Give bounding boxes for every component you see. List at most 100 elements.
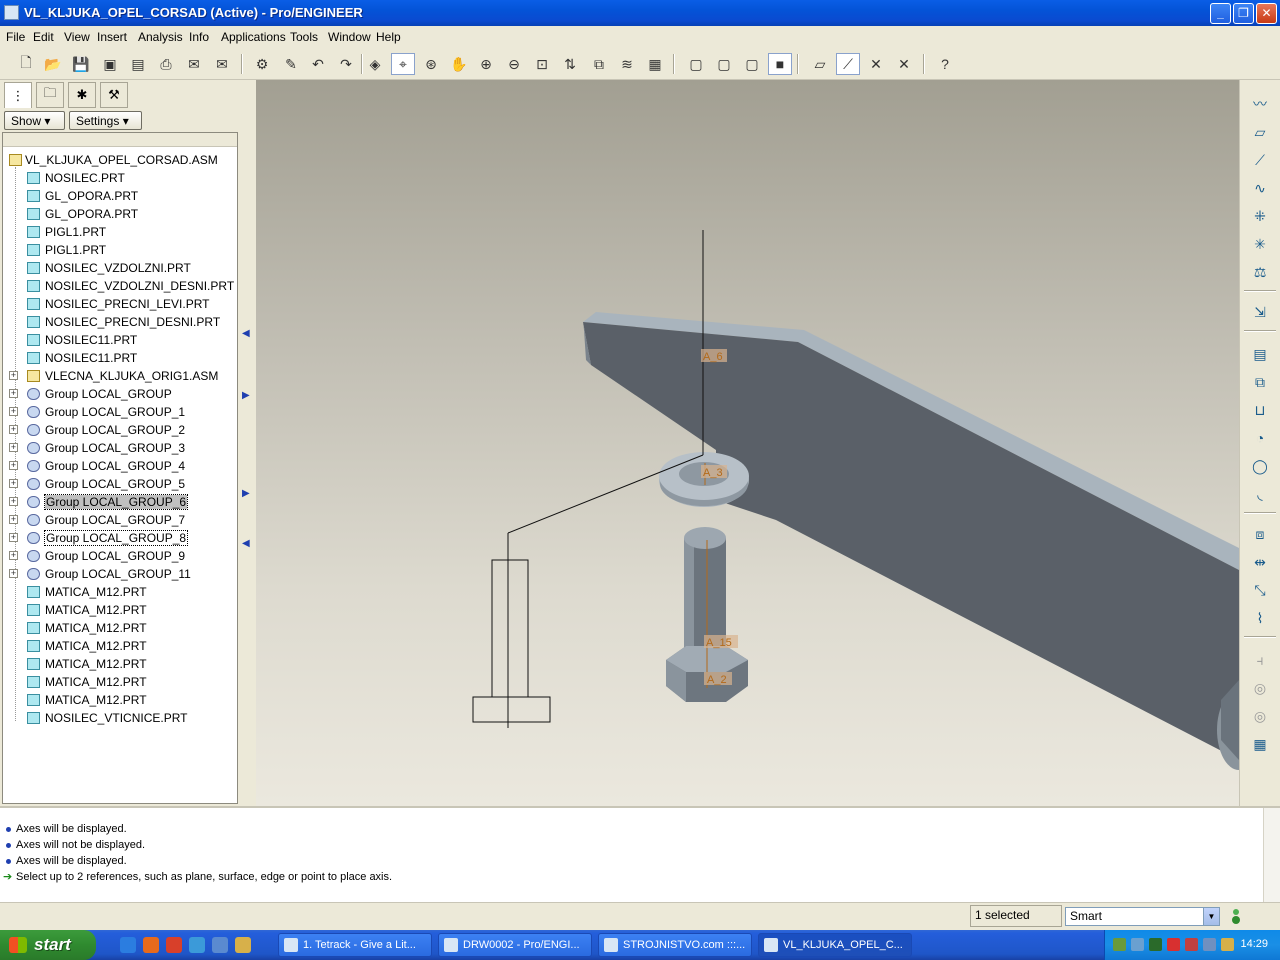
task-strojnistvo[interactable]: STROJNISTVO.com :::... [598, 933, 752, 957]
datum-point-tool-icon[interactable]: ⁜ [1248, 204, 1272, 228]
tree-item[interactable]: MATICA_M12.PRT [3, 655, 237, 673]
expand-icon[interactable]: + [9, 533, 18, 542]
zoom-out-icon[interactable]: ⊖ [502, 53, 526, 75]
message-scrollbar[interactable] [1263, 808, 1280, 902]
axis-label-a6[interactable]: A_6 [703, 351, 723, 363]
favorites-tab-icon[interactable]: ✱ [68, 82, 96, 108]
expand-icon[interactable]: + [9, 569, 18, 578]
messenger-icon[interactable] [189, 937, 205, 953]
table-icon[interactable]: ▦ [1248, 732, 1272, 756]
task-vl-kljuka[interactable]: VL_KLJUKA_OPEL_C... [758, 933, 912, 957]
menu-analysis[interactable]: Analysis [138, 30, 183, 44]
datum-plane-tool-icon[interactable]: ▱ [1248, 120, 1272, 144]
task-drw0002[interactable]: DRW0002 - Pro/ENGI... [438, 933, 592, 957]
tree-item[interactable]: GL_OPORA.PRT [3, 187, 237, 205]
settings-dropdown[interactable]: Settings ▾ [69, 111, 142, 130]
tree-item[interactable]: MATICA_M12.PRT [3, 583, 237, 601]
menu-tools[interactable]: Tools [290, 30, 318, 44]
tree-item[interactable]: MATICA_M12.PRT [3, 601, 237, 619]
datum-curve-tool-icon[interactable]: ∿ [1248, 176, 1272, 200]
datum-planes-icon[interactable]: ▱ [808, 53, 832, 75]
axis-label-a2[interactable]: A_2 [707, 674, 727, 686]
hole-icon[interactable]: ◯ [1248, 454, 1272, 478]
repaint-icon[interactable]: ◈ [363, 53, 387, 75]
trim-icon[interactable]: ◎ [1248, 676, 1272, 700]
menu-edit[interactable]: Edit [33, 30, 54, 44]
spin-center-icon[interactable]: ⌖ [391, 53, 415, 75]
connections-tab-icon[interactable]: ⚒ [100, 82, 128, 108]
tree-item[interactable]: + Group LOCAL_GROUP_7 [3, 511, 237, 529]
tree-item[interactable]: MATICA_M12.PRT [3, 691, 237, 709]
tree-item[interactable]: NOSILEC_VZDOLZNI_DESNI.PRT [3, 277, 237, 295]
tray-network-icon[interactable] [1113, 938, 1126, 951]
menu-window[interactable]: Window [328, 30, 371, 44]
tree-item[interactable]: + Group LOCAL_GROUP_4 [3, 457, 237, 475]
tree-item[interactable]: MATICA_M12.PRT [3, 637, 237, 655]
restore-button[interactable]: ❐ [1233, 3, 1254, 24]
menu-view[interactable]: View [64, 30, 90, 44]
tray-app-icon[interactable] [1149, 938, 1162, 951]
tree-item[interactable]: NOSILEC_VZDOLZNI.PRT [3, 259, 237, 277]
expand-icon[interactable]: + [9, 497, 18, 506]
tree-item[interactable]: GL_OPORA.PRT [3, 205, 237, 223]
surface-icon[interactable]: ⌇ [1248, 606, 1272, 630]
sketch-tool-icon[interactable]: 〰 [1248, 92, 1272, 116]
axis-label-a15[interactable]: A_15 [706, 637, 732, 649]
tray-proe-icon[interactable] [1221, 938, 1234, 951]
menu-info[interactable]: Info [189, 30, 209, 44]
tree-item[interactable]: NOSILEC11.PRT [3, 331, 237, 349]
menu-file[interactable]: File [6, 30, 25, 44]
pan-hand-icon[interactable]: ✋ [447, 53, 471, 75]
redo-icon[interactable]: ↷ [334, 53, 358, 75]
tree-item[interactable]: PIGL1.PRT [3, 241, 237, 259]
selection-filter[interactable]: Smart ▼ [1065, 907, 1220, 926]
edit-definition-icon[interactable]: ✎ [279, 53, 303, 75]
show-dropdown[interactable]: Show ▾ [4, 111, 65, 130]
expand-icon[interactable]: + [9, 425, 18, 434]
tree-item[interactable]: + Group LOCAL_GROUP_5 [3, 475, 237, 493]
email-link-icon[interactable]: ✉ [210, 53, 234, 75]
tree-item[interactable]: NOSILEC_PRECNI_DESNI.PRT [3, 313, 237, 331]
open-folder-icon[interactable]: 📂 [41, 53, 65, 75]
no-hidden-icon[interactable]: ▢ [740, 53, 764, 75]
expand-icon[interactable]: + [9, 371, 18, 380]
layers-icon[interactable]: ≋ [615, 53, 639, 75]
tray-antivirus-icon[interactable] [1167, 938, 1180, 951]
tree-item[interactable]: + Group LOCAL_GROUP_1 [3, 403, 237, 421]
opera-icon[interactable] [166, 937, 182, 953]
mirror-icon[interactable]: ⇹ [1248, 550, 1272, 574]
shading-icon[interactable]: ■ [768, 53, 792, 75]
expand-icon[interactable]: + [9, 461, 18, 470]
slot-icon[interactable]: ◟ [1248, 482, 1272, 506]
start-button[interactable]: start [0, 930, 96, 960]
tree-item[interactable]: NOSILEC_VTICNICE.PRT [3, 709, 237, 727]
tray-volume-icon[interactable] [1203, 938, 1216, 951]
expand-icon[interactable]: + [9, 551, 18, 560]
close-button[interactable]: ✕ [1256, 3, 1277, 24]
new-file-icon[interactable]: 🗋 [14, 53, 38, 75]
tree-item[interactable]: NOSILEC.PRT [3, 169, 237, 187]
round-icon[interactable]: ◔ [1248, 426, 1272, 450]
saved-views-icon[interactable]: ⧉ [587, 53, 611, 75]
proe-icon[interactable] [235, 937, 251, 953]
expand-icon[interactable]: + [9, 389, 18, 398]
regenerate-icon[interactable]: ⚙ [250, 53, 274, 75]
tree-item[interactable]: + Group LOCAL_GROUP_6 [3, 493, 237, 511]
tray-display-icon[interactable] [1131, 938, 1144, 951]
chevron-down-icon[interactable]: ▼ [1203, 908, 1219, 925]
tree-item[interactable]: + Group LOCAL_GROUP_2 [3, 421, 237, 439]
undo-icon[interactable]: ↶ [306, 53, 330, 75]
refit-icon[interactable]: ⊡ [530, 53, 554, 75]
tree-item[interactable]: + Group LOCAL_GROUP_8 [3, 529, 237, 547]
tree-item[interactable]: MATICA_M12.PRT [3, 619, 237, 637]
tree-root[interactable]: VL_KLJUKA_OPEL_CORSAD.ASM [3, 151, 237, 169]
wireframe-icon[interactable]: ▢ [684, 53, 708, 75]
backup-icon[interactable]: ▤ [126, 53, 150, 75]
tree-item[interactable]: NOSILEC11.PRT [3, 349, 237, 367]
tree-item[interactable]: MATICA_M12.PRT [3, 673, 237, 691]
tree-item[interactable]: + VLECNA_KLJUKA_ORIG1.ASM [3, 367, 237, 385]
tree-item[interactable]: + Group LOCAL_GROUP [3, 385, 237, 403]
menu-help[interactable]: Help [376, 30, 401, 44]
tree-item[interactable]: + Group LOCAL_GROUP_3 [3, 439, 237, 457]
repeat-icon[interactable]: ⤡ [1248, 578, 1272, 602]
